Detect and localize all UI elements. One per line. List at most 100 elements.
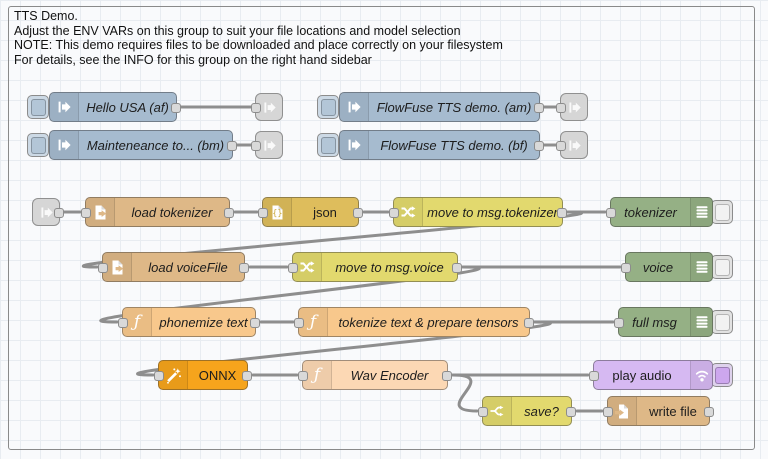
node-json[interactable]: {} json — [262, 197, 359, 227]
node-link-out[interactable] — [560, 93, 588, 121]
node-label: tokenize text & prepare tensors — [328, 308, 529, 336]
svg-text:{}: {} — [272, 209, 282, 219]
debug-toggle-button[interactable] — [711, 255, 733, 279]
input-port[interactable] — [98, 263, 108, 273]
node-label: ONNX — [188, 361, 247, 389]
node-label: move to msg.tokenizer — [423, 198, 562, 226]
node-label: play audio — [594, 361, 690, 389]
wire[interactable] — [453, 375, 477, 411]
node-label: tokenizer — [611, 198, 690, 226]
node-onnx[interactable]: ONNX — [158, 360, 248, 390]
link-arrow-icon — [567, 100, 582, 115]
node-label: move to msg.voice — [322, 253, 457, 281]
input-port[interactable] — [589, 371, 599, 381]
node-debug-voice[interactable]: voice — [625, 252, 713, 282]
node-inject-flowfuse-bf[interactable]: FlowFuse TTS demo. (bf) — [339, 130, 540, 160]
debug-button-inner — [715, 204, 730, 221]
input-port[interactable] — [614, 318, 624, 328]
output-port[interactable] — [452, 263, 462, 273]
output-port[interactable] — [227, 141, 237, 151]
node-inject-hello-usa[interactable]: Hello USA (af) — [49, 92, 177, 122]
output-port[interactable] — [242, 371, 252, 381]
output-port[interactable] — [224, 208, 234, 218]
inject-arrow-icon — [340, 93, 369, 121]
node-label: Hello USA (af) — [79, 93, 176, 121]
node-play-audio[interactable]: play audio — [593, 360, 713, 390]
node-debug-tokenizer[interactable]: tokenizer — [610, 197, 713, 227]
link-arrow-icon — [262, 138, 277, 153]
output-port[interactable] — [524, 318, 534, 328]
output-port[interactable] — [442, 371, 452, 381]
node-label: load tokenizer — [115, 198, 229, 226]
input-port[interactable] — [603, 407, 613, 417]
console-lines-icon — [690, 308, 712, 336]
input-port[interactable] — [251, 141, 261, 151]
node-link-out[interactable] — [255, 131, 283, 159]
node-label: json — [292, 198, 358, 226]
node-label: FlowFuse TTS demo. (am) — [369, 93, 539, 121]
inject-button-inner — [31, 137, 46, 154]
node-load-tokenizer[interactable]: load tokenizer — [85, 197, 230, 227]
node-red-canvas[interactable]: { "comment": { "lines": [ "TTS Demo.", "… — [0, 0, 768, 459]
play-audio-button[interactable] — [711, 363, 733, 387]
input-port[interactable] — [389, 208, 399, 218]
output-port[interactable] — [534, 103, 544, 113]
output-port[interactable] — [171, 103, 181, 113]
input-port[interactable] — [621, 263, 631, 273]
inject-button-inner — [321, 99, 336, 116]
node-load-voicefile[interactable]: load voiceFile — [102, 252, 245, 282]
inject-button[interactable] — [27, 95, 49, 119]
inject-button[interactable] — [317, 95, 339, 119]
node-move-to-msg-tokenizer[interactable]: move to msg.tokenizer — [393, 197, 563, 227]
node-link-out[interactable] — [255, 93, 283, 121]
node-debug-full-msg[interactable]: full msg — [618, 307, 713, 337]
inject-arrow-icon — [50, 93, 79, 121]
output-port[interactable] — [534, 141, 544, 151]
inject-button[interactable] — [317, 133, 339, 157]
console-lines-icon — [690, 253, 712, 281]
node-switch-save[interactable]: save? — [482, 396, 572, 426]
link-arrow-icon — [567, 138, 582, 153]
input-port[interactable] — [556, 103, 566, 113]
input-port[interactable] — [288, 263, 298, 273]
link-arrow-icon — [39, 205, 54, 220]
node-link-out[interactable] — [560, 131, 588, 159]
node-label: FlowFuse TTS demo. (bf) — [369, 131, 539, 159]
node-move-to-msg-voice[interactable]: move to msg.voice — [292, 252, 458, 282]
node-tokenize-text-prepare-tensors[interactable]: ƒ tokenize text & prepare tensors — [298, 307, 530, 337]
inject-button[interactable] — [27, 133, 49, 157]
output-port[interactable] — [557, 208, 567, 218]
output-port[interactable] — [353, 208, 363, 218]
output-port[interactable] — [704, 407, 714, 417]
output-port[interactable] — [566, 407, 576, 417]
debug-toggle-button[interactable] — [711, 200, 733, 224]
sound-waves-icon — [690, 361, 712, 389]
play-audio-button-inner — [715, 367, 730, 384]
debug-toggle-button[interactable] — [711, 310, 733, 334]
node-write-file[interactable]: write file — [607, 396, 710, 426]
input-port[interactable] — [298, 371, 308, 381]
output-port[interactable] — [54, 208, 64, 218]
input-port[interactable] — [81, 208, 91, 218]
input-port[interactable] — [478, 407, 488, 417]
node-label: voice — [626, 253, 690, 281]
node-wav-encoder[interactable]: ƒ Wav Encoder — [302, 360, 448, 390]
node-link-in[interactable] — [32, 198, 60, 226]
node-phonemize-text[interactable]: ƒ phonemize text — [122, 307, 256, 337]
input-port[interactable] — [258, 208, 268, 218]
debug-button-inner — [715, 259, 730, 276]
input-port[interactable] — [606, 208, 616, 218]
link-arrow-icon — [262, 100, 277, 115]
input-port[interactable] — [154, 371, 164, 381]
node-inject-flowfuse-am[interactable]: FlowFuse TTS demo. (am) — [339, 92, 540, 122]
inject-button-inner — [321, 137, 336, 154]
node-inject-maintenance[interactable]: Mainteneance to... (bm) — [49, 130, 233, 160]
node-label: load voiceFile — [132, 253, 244, 281]
input-port[interactable] — [118, 318, 128, 328]
output-port[interactable] — [250, 318, 260, 328]
input-port[interactable] — [251, 103, 261, 113]
input-port[interactable] — [294, 318, 304, 328]
node-label: full msg — [619, 308, 690, 336]
input-port[interactable] — [556, 141, 566, 151]
output-port[interactable] — [239, 263, 249, 273]
